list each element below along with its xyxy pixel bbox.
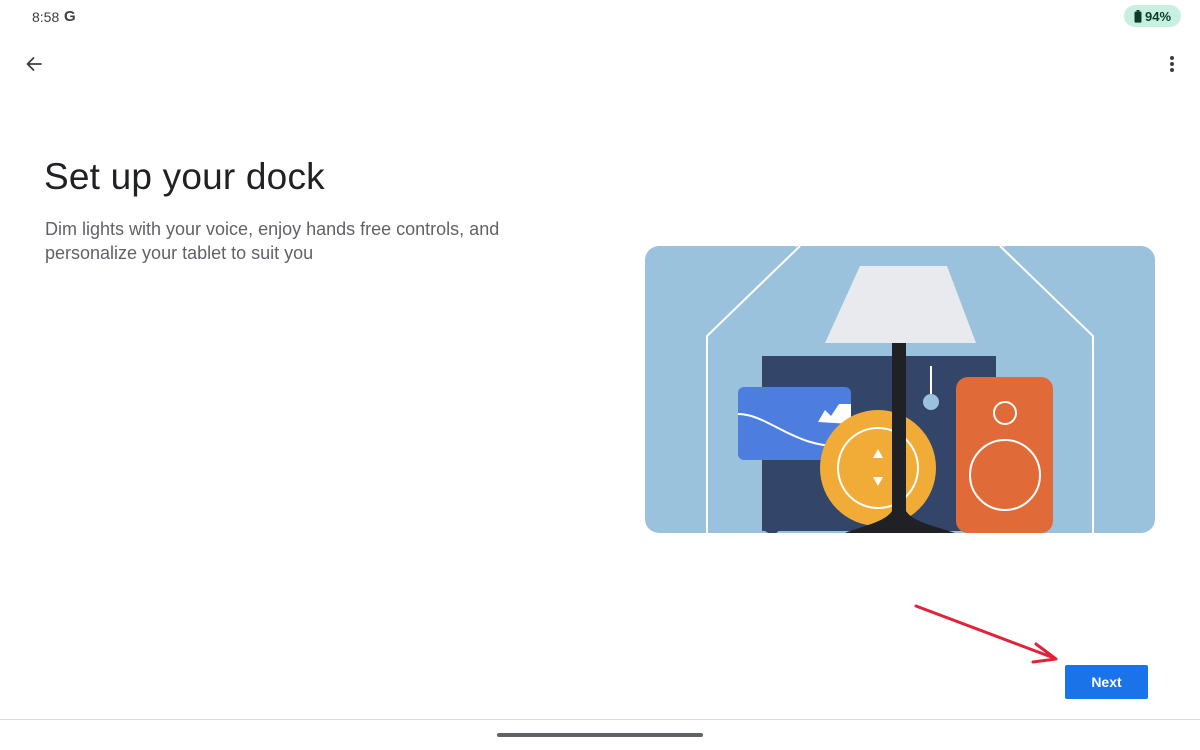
next-button[interactable]: Next: [1065, 665, 1148, 699]
more-options-button[interactable]: [1156, 48, 1188, 80]
bottom-divider: [0, 719, 1200, 720]
dock-illustration: [645, 246, 1155, 533]
page-title: Set up your dock: [44, 156, 325, 197]
battery-indicator: 94%: [1124, 5, 1181, 27]
battery-icon: [1134, 9, 1142, 23]
back-button[interactable]: [18, 48, 50, 80]
google-logo-icon: G: [64, 8, 76, 25]
more-vert-icon: [1170, 56, 1174, 72]
smart-home-dock-illustration: [645, 246, 1155, 533]
status-bar: 8:58 G 94%: [0, 0, 1200, 34]
battery-percent: 94%: [1144, 8, 1172, 24]
status-time: 8:58: [32, 9, 60, 25]
page-description: Dim lights with your voice, enjoy hands …: [45, 219, 500, 263]
annotation-arrow-icon: [914, 604, 1058, 664]
navigation-gesture-handle[interactable]: [497, 733, 703, 737]
arrow-back-icon: [26, 57, 42, 71]
